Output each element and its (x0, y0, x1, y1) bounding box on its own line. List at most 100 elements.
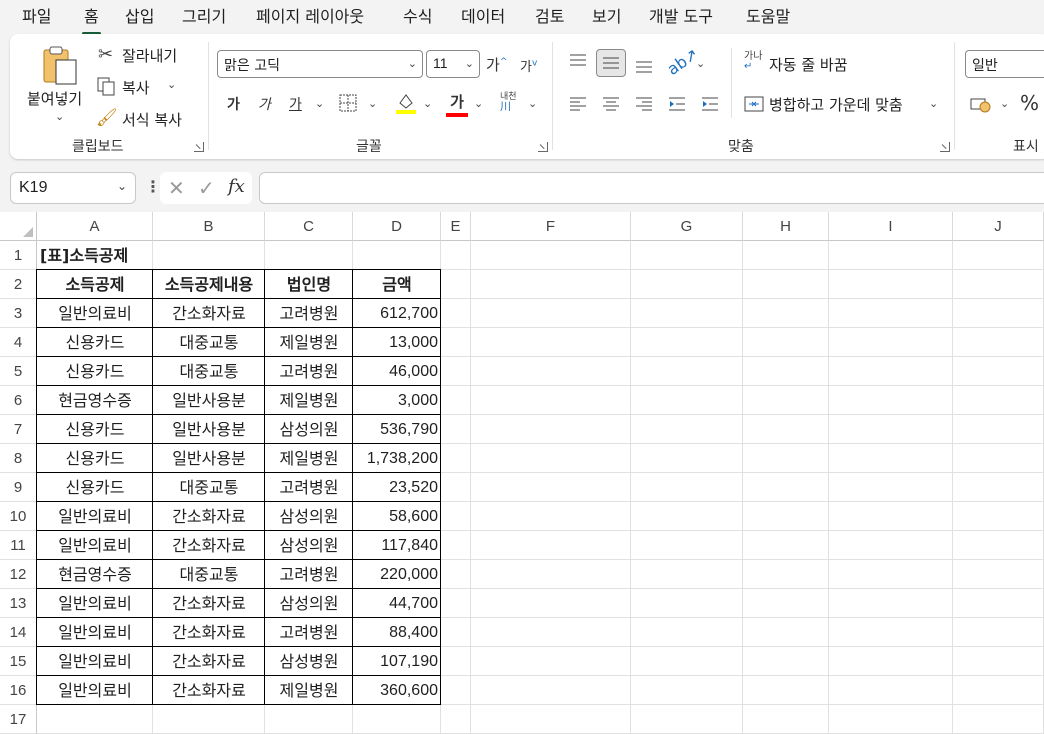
table-cell[interactable]: 대중교통 (153, 328, 265, 357)
tab-review[interactable]: 검토 (535, 6, 564, 28)
table-cell[interactable]: 일반사용분 (153, 415, 265, 444)
table-cell[interactable]: 간소화자료 (153, 676, 265, 705)
number-format-select[interactable]: 일반 (965, 50, 1044, 78)
column-header[interactable]: F (471, 212, 631, 241)
table-cell[interactable]: 제일병원 (265, 386, 353, 415)
fill-color-icon[interactable] (395, 91, 417, 115)
cut-button[interactable]: 잘라내기 (122, 45, 177, 66)
column-header[interactable]: A (37, 212, 153, 241)
font-name-select[interactable]: 맑은 고딕 ⌄ (217, 50, 423, 78)
grow-font-button[interactable]: 가^ (486, 54, 507, 75)
table-cell[interactable]: 대중교통 (153, 560, 265, 589)
table-cell[interactable]: 신용카드 (37, 357, 153, 386)
table-cell[interactable]: 간소화자료 (153, 502, 265, 531)
tab-view[interactable]: 보기 (592, 6, 621, 28)
row-header[interactable]: 15 (0, 647, 37, 676)
column-header[interactable]: E (441, 212, 471, 241)
tab-developer[interactable]: 개발 도구 (649, 6, 713, 28)
underline-button[interactable]: 가 (289, 94, 302, 114)
table-cell[interactable]: 제일병원 (265, 676, 353, 705)
table-header-cell[interactable]: 금액 (353, 270, 441, 299)
table-cell[interactable]: 간소화자료 (153, 618, 265, 647)
column-header[interactable]: D (353, 212, 441, 241)
table-cell[interactable]: 대중교통 (153, 473, 265, 502)
table-cell[interactable]: 고려병원 (265, 299, 353, 328)
format-painter-button[interactable]: 서식 복사 (122, 109, 182, 130)
row-header[interactable]: 12 (0, 560, 37, 589)
increase-indent-icon[interactable] (700, 94, 720, 114)
paste-icon[interactable] (40, 44, 80, 88)
font-color-icon[interactable]: 가 (446, 91, 468, 117)
table-cell[interactable]: 일반의료비 (37, 299, 153, 328)
table-cell[interactable]: 삼성병원 (265, 647, 353, 676)
table-cell[interactable]: 삼성의원 (265, 531, 353, 560)
table-cell[interactable]: 제일병원 (265, 444, 353, 473)
cancel-icon[interactable]: ✕ (168, 176, 185, 200)
alignment-launcher-icon[interactable] (940, 142, 950, 152)
borders-icon[interactable] (338, 93, 358, 113)
column-header[interactable]: I (829, 212, 953, 241)
table-cell[interactable]: 제일병원 (265, 328, 353, 357)
tab-home[interactable]: 홈 (82, 6, 101, 35)
table-cell[interactable]: 220,000 (353, 560, 441, 589)
table-header-cell[interactable]: 소득공제내용 (153, 270, 265, 299)
column-header[interactable]: B (153, 212, 265, 241)
align-right-icon[interactable] (634, 94, 654, 114)
tab-page-layout[interactable]: 페이지 레이아웃 (256, 6, 364, 28)
font-launcher-icon[interactable] (538, 142, 548, 152)
name-box[interactable]: K19 ⌄ (10, 172, 136, 204)
bold-button[interactable]: 가 (227, 94, 240, 114)
table-cell[interactable]: 46,000 (353, 357, 441, 386)
row-header[interactable]: 14 (0, 618, 37, 647)
table-cell[interactable]: 신용카드 (37, 444, 153, 473)
column-header[interactable]: H (743, 212, 829, 241)
italic-button[interactable]: 가 (258, 94, 271, 114)
column-header[interactable]: J (953, 212, 1044, 241)
tab-data[interactable]: 데이터 (461, 6, 505, 28)
table-header-cell[interactable]: 소득공제 (37, 270, 153, 299)
clipboard-launcher-icon[interactable] (194, 142, 204, 152)
table-cell[interactable]: 360,600 (353, 676, 441, 705)
tab-draw[interactable]: 그리기 (182, 6, 226, 28)
tab-help[interactable]: 도움말 (746, 6, 790, 28)
table-cell[interactable]: 간소화자료 (153, 589, 265, 618)
percent-button[interactable]: % (1020, 91, 1039, 115)
paste-button[interactable]: 붙여넣기 (27, 88, 82, 109)
tab-insert[interactable]: 삽입 (125, 6, 154, 28)
table-cell[interactable]: 13,000 (353, 328, 441, 357)
row-header[interactable]: 10 (0, 502, 37, 531)
table-cell[interactable]: 대중교통 (153, 357, 265, 386)
table-cell[interactable]: 삼성의원 (265, 415, 353, 444)
underline-dropdown-icon[interactable]: ⌄ (315, 97, 324, 110)
shrink-font-button[interactable]: 가v (520, 56, 537, 75)
table-cell[interactable]: 현금영수증 (37, 560, 153, 589)
table-cell[interactable]: 신용카드 (37, 328, 153, 357)
paste-dropdown-icon[interactable]: ⌄ (55, 110, 64, 123)
insert-function-icon[interactable]: fx (228, 176, 245, 197)
tab-formulas[interactable]: 수식 (403, 6, 432, 28)
more-options-icon[interactable]: ⋮ (145, 177, 161, 196)
copy-button[interactable]: 복사 (122, 77, 150, 98)
table-cell[interactable]: 간소화자료 (153, 299, 265, 328)
table-cell[interactable]: 신용카드 (37, 473, 153, 502)
table-cell[interactable]: 신용카드 (37, 415, 153, 444)
row-header[interactable]: 2 (0, 270, 37, 299)
phonetic-guide-icon[interactable]: 내천 川 (500, 92, 517, 113)
accounting-format-icon[interactable] (970, 94, 992, 114)
fill-color-dropdown-icon[interactable]: ⌄ (423, 97, 432, 110)
table-cell[interactable]: 3,000 (353, 386, 441, 415)
row-header[interactable]: 3 (0, 299, 37, 328)
align-top-icon[interactable] (568, 52, 588, 72)
align-left-icon[interactable] (568, 94, 588, 114)
table-cell[interactable]: 일반의료비 (37, 647, 153, 676)
table-cell[interactable]: 고려병원 (265, 357, 353, 386)
table-cell[interactable]: 일반사용분 (153, 444, 265, 473)
table-cell[interactable]: 일반의료비 (37, 676, 153, 705)
row-header[interactable]: 13 (0, 589, 37, 618)
table-cell[interactable]: 현금영수증 (37, 386, 153, 415)
table-cell[interactable]: 일반의료비 (37, 589, 153, 618)
table-cell[interactable]: 일반사용분 (153, 386, 265, 415)
table-cell[interactable]: 88,400 (353, 618, 441, 647)
tab-file[interactable]: 파일 (22, 6, 51, 28)
table-cell[interactable]: 58,600 (353, 502, 441, 531)
